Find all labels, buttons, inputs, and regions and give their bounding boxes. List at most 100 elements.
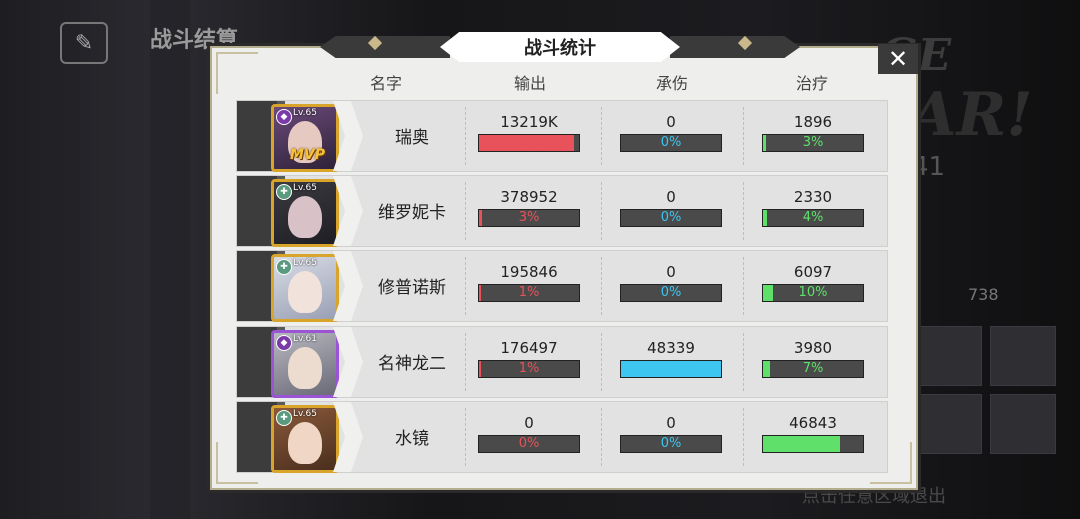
heal-stat: 46843 77% [753,414,873,453]
column-divider [743,182,744,240]
taken-bar: 0% [620,284,722,302]
character-portrait [288,196,322,238]
damage-bar: 95% [478,134,580,152]
taken-value: 0 [666,188,676,206]
character-name: 名神龙二 [378,354,446,374]
support-icon: ◆ [276,109,292,125]
heal-value: 3980 [793,339,833,357]
header-damage: 输出 [513,74,546,93]
notes-icon: ✎ [60,22,108,64]
taken-bar: 100% [620,360,722,378]
character-portrait [288,347,322,389]
character-level: Lv.65 [293,108,317,118]
heal-stat: 2330 4% [753,188,873,227]
heal-bar: 4% [762,209,864,227]
heal-bar: 77% [762,435,864,453]
shield-icon: ◆ [276,335,292,351]
character-avatar[interactable]: ◆ Lv.65 MVP [271,104,339,172]
column-divider [743,107,744,165]
mvp-badge: MVP [290,147,326,163]
character-level: Lv.61 [293,334,317,344]
healer-icon: ✚ [276,184,292,200]
column-divider [465,257,466,315]
header-name: 名字 [369,74,402,93]
column-divider [743,333,744,391]
heal-stat: 6097 10% [753,263,873,302]
taken-percent: 0% [660,210,682,225]
column-divider [601,182,602,240]
column-divider [743,257,744,315]
stats-row: ◆ Lv.65 MVP 瑞奥 13219K 95% 0 0% 1896 3% [236,100,888,172]
damage-percent: 0% [518,436,540,451]
taken-percent: 0% [660,135,682,150]
close-icon: ✕ [887,45,909,73]
panel-title-banner: 战斗统计 [320,30,800,64]
heal-bar: 10% [762,284,864,302]
character-avatar[interactable]: ✚ Lv.65 [271,405,339,473]
character-avatar[interactable]: ✚ Lv.65 [271,254,339,322]
heal-percent: 7% [802,361,824,376]
close-button[interactable]: ✕ [878,44,918,74]
character-portrait [288,422,322,464]
taken-value: 0 [666,113,676,131]
damage-stat: 176497 1% [469,339,589,378]
heal-bar: 3% [762,134,864,152]
background-number: 738 [968,285,999,304]
taken-bar: 0% [620,209,722,227]
column-divider [601,408,602,466]
damage-stat: 13219K 95% [469,113,589,152]
heal-bar: 7% [762,360,864,378]
column-divider [465,408,466,466]
background-stripe [150,0,190,519]
damage-value: 176497 [500,339,558,357]
taken-value: 0 [666,263,676,281]
character-level: Lv.65 [293,183,317,193]
character-name: 修普诺斯 [378,278,446,298]
background-tile [916,394,982,454]
heal-percent: 10% [798,285,828,300]
heal-percent: 3% [802,135,824,150]
header-taken: 承伤 [655,74,688,93]
character-avatar[interactable]: ✚ Lv.65 [271,179,339,247]
taken-stat: 0 0% [611,263,731,302]
banner-wing-right [670,36,800,58]
taken-stat: 0 0% [611,188,731,227]
column-divider [465,182,466,240]
column-divider [601,107,602,165]
damage-percent: 95% [514,135,544,150]
taken-percent: 0% [660,436,682,451]
healer-icon: ✚ [276,259,292,275]
damage-stat: 378952 3% [469,188,589,227]
taken-stat: 0 0% [611,113,731,152]
stats-row: ✚ Lv.65 水镜 0 0% 0 0% 46843 77% [236,401,888,473]
heal-value: 6097 [793,263,833,281]
character-name: 维罗妮卡 [378,203,446,223]
character-avatar[interactable]: ◆ Lv.61 [271,330,339,398]
damage-value: 13219K [500,113,558,131]
column-divider [465,107,466,165]
damage-percent: 3% [518,210,540,225]
background-tile [990,326,1056,386]
damage-value: 0 [524,414,534,432]
character-name: 瑞奥 [395,128,429,148]
panel-corner-decoration [216,52,258,94]
healer-icon: ✚ [276,410,292,426]
stats-row: ◆ Lv.61 名神龙二 176497 1% 48339 100% 3980 7% [236,326,888,398]
column-divider [465,333,466,391]
damage-stat: 0 0% [469,414,589,453]
damage-bar: 3% [478,209,580,227]
heal-percent: 4% [802,210,824,225]
stats-row: ✚ Lv.65 修普诺斯 195846 1% 0 0% 6097 10% [236,250,888,322]
background-tile [916,326,982,386]
damage-bar: 1% [478,284,580,302]
heal-percent: 77% [798,436,828,451]
taken-bar: 0% [620,134,722,152]
heal-value: 46843 [789,414,837,432]
damage-value: 195846 [500,263,558,281]
taken-percent: 100% [652,361,690,376]
taken-value: 48339 [647,339,695,357]
character-level: Lv.65 [293,409,317,419]
damage-percent: 1% [518,285,540,300]
header-heal: 治疗 [795,74,828,93]
heal-stat: 1896 3% [753,113,873,152]
